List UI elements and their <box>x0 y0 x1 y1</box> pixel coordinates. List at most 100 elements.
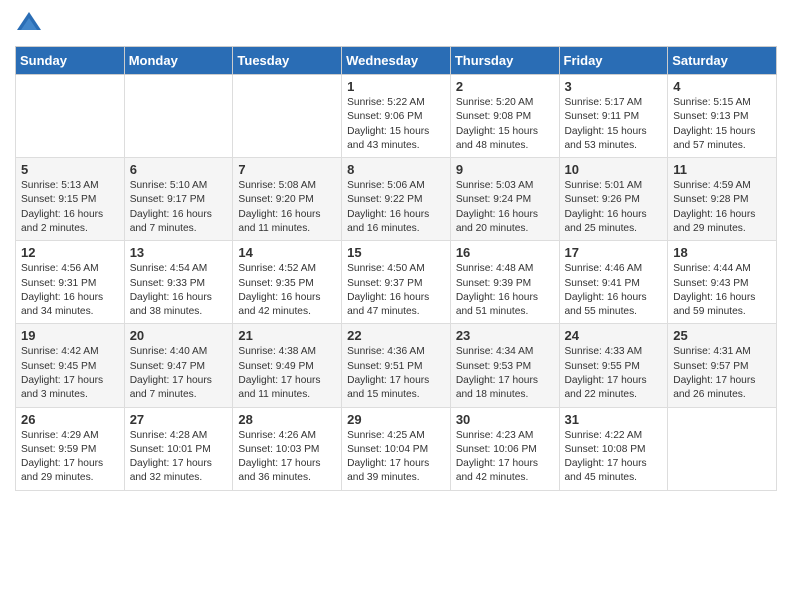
calendar-cell: 7 Sunrise: 5:08 AM Sunset: 9:20 PM Daylig… <box>233 158 342 241</box>
calendar-cell: 2 Sunrise: 5:20 AM Sunset: 9:08 PM Daylig… <box>450 75 559 158</box>
day-info: Sunrise: 5:20 AM Sunset: 9:08 PM Dayligh… <box>456 96 554 153</box>
calendar-week-row: 1 Sunrise: 5:22 AM Sunset: 9:06 PM Daylig… <box>16 75 777 158</box>
calendar-cell: 3 Sunrise: 5:17 AM Sunset: 9:11 PM Daylig… <box>559 75 668 158</box>
calendar: SundayMondayTuesdayWednesdayThursdayFrid… <box>15 46 777 491</box>
calendar-cell: 26 Sunrise: 4:29 AM Sunset: 9:59 PM Dayli… <box>16 407 125 490</box>
day-info: Sunrise: 4:38 AM Sunset: 9:49 PM Dayligh… <box>238 345 336 402</box>
calendar-cell: 24Sunrise: 4:33 AM Sunset: 9:55 PM Dayli… <box>559 324 668 407</box>
calendar-cell: 19Sunrise: 4:42 AM Sunset: 9:45 PM Dayli… <box>16 324 125 407</box>
day-number: 21 <box>238 328 336 343</box>
day-number: 15 <box>347 245 445 260</box>
calendar-cell: 16 Sunrise: 4:48 AM Sunset: 9:39 PM Dayli… <box>450 241 559 324</box>
day-number: 4 <box>673 79 771 94</box>
day-info: Sunrise: 4:22 AM Sunset: 10:08 PM Daylig… <box>565 429 663 486</box>
calendar-header-row: SundayMondayTuesdayWednesdayThursdayFrid… <box>16 47 777 75</box>
day-number: 1 <box>347 79 445 94</box>
calendar-cell: 4Sunrise: 5:15 AM Sunset: 9:13 PM Daylig… <box>668 75 777 158</box>
day-number: 14 <box>238 245 336 260</box>
calendar-cell: 14 Sunrise: 4:52 AM Sunset: 9:35 PM Dayli… <box>233 241 342 324</box>
day-info: Sunrise: 4:28 AM Sunset: 10:01 PM Daylig… <box>130 429 228 486</box>
day-number: 12 <box>21 245 119 260</box>
day-number: 10 <box>565 162 663 177</box>
day-number: 28 <box>238 412 336 427</box>
calendar-cell: 22 Sunrise: 4:36 AM Sunset: 9:51 PM Dayli… <box>342 324 451 407</box>
day-number: 16 <box>456 245 554 260</box>
day-number: 19 <box>21 328 119 343</box>
day-number: 17 <box>565 245 663 260</box>
calendar-week-row: 12 Sunrise: 4:56 AM Sunset: 9:31 PM Dayli… <box>16 241 777 324</box>
day-number: 23 <box>456 328 554 343</box>
logo <box>15 10 46 38</box>
day-info: Sunrise: 4:34 AM Sunset: 9:53 PM Dayligh… <box>456 345 554 402</box>
day-number: 26 <box>21 412 119 427</box>
calendar-cell <box>668 407 777 490</box>
logo-icon <box>15 10 43 38</box>
calendar-cell: 10 Sunrise: 5:01 AM Sunset: 9:26 PM Dayli… <box>559 158 668 241</box>
calendar-cell: 13 Sunrise: 4:54 AM Sunset: 9:33 PM Dayli… <box>124 241 233 324</box>
calendar-cell: 11 Sunrise: 4:59 AM Sunset: 9:28 PM Dayli… <box>668 158 777 241</box>
day-info: Sunrise: 4:46 AM Sunset: 9:41 PM Dayligh… <box>565 262 663 319</box>
day-number: 2 <box>456 79 554 94</box>
calendar-header-sunday: Sunday <box>16 47 125 75</box>
calendar-cell: 29 Sunrise: 4:25 AM Sunset: 10:04 PM Dayl… <box>342 407 451 490</box>
day-info: Sunrise: 4:54 AM Sunset: 9:33 PM Dayligh… <box>130 262 228 319</box>
day-info: Sunrise: 4:48 AM Sunset: 9:39 PM Dayligh… <box>456 262 554 319</box>
day-info: Sunrise: 4:25 AM Sunset: 10:04 PM Daylig… <box>347 429 445 486</box>
header <box>15 10 777 38</box>
calendar-cell: 30Sunrise: 4:23 AM Sunset: 10:06 PM Dayl… <box>450 407 559 490</box>
calendar-cell: 27 Sunrise: 4:28 AM Sunset: 10:01 PM Dayl… <box>124 407 233 490</box>
day-number: 29 <box>347 412 445 427</box>
calendar-cell: 25 Sunrise: 4:31 AM Sunset: 9:57 PM Dayli… <box>668 324 777 407</box>
calendar-cell: 21 Sunrise: 4:38 AM Sunset: 9:49 PM Dayli… <box>233 324 342 407</box>
day-number: 22 <box>347 328 445 343</box>
calendar-cell <box>16 75 125 158</box>
calendar-cell: 23 Sunrise: 4:34 AM Sunset: 9:53 PM Dayli… <box>450 324 559 407</box>
day-info: Sunrise: 5:01 AM Sunset: 9:26 PM Dayligh… <box>565 179 663 236</box>
calendar-header-wednesday: Wednesday <box>342 47 451 75</box>
day-info: Sunrise: 5:03 AM Sunset: 9:24 PM Dayligh… <box>456 179 554 236</box>
day-info: Sunrise: 5:08 AM Sunset: 9:20 PM Dayligh… <box>238 179 336 236</box>
calendar-cell: 5Sunrise: 5:13 AM Sunset: 9:15 PM Daylig… <box>16 158 125 241</box>
calendar-cell: 6Sunrise: 5:10 AM Sunset: 9:17 PM Daylig… <box>124 158 233 241</box>
day-number: 25 <box>673 328 771 343</box>
day-number: 24 <box>565 328 663 343</box>
calendar-cell <box>233 75 342 158</box>
day-number: 8 <box>347 162 445 177</box>
calendar-header-thursday: Thursday <box>450 47 559 75</box>
calendar-cell: 9 Sunrise: 5:03 AM Sunset: 9:24 PM Daylig… <box>450 158 559 241</box>
day-info: Sunrise: 5:22 AM Sunset: 9:06 PM Dayligh… <box>347 96 445 153</box>
day-number: 3 <box>565 79 663 94</box>
day-info: Sunrise: 4:26 AM Sunset: 10:03 PM Daylig… <box>238 429 336 486</box>
day-info: Sunrise: 4:52 AM Sunset: 9:35 PM Dayligh… <box>238 262 336 319</box>
day-number: 5 <box>21 162 119 177</box>
day-info: Sunrise: 4:40 AM Sunset: 9:47 PM Dayligh… <box>130 345 228 402</box>
calendar-cell: 18Sunrise: 4:44 AM Sunset: 9:43 PM Dayli… <box>668 241 777 324</box>
day-info: Sunrise: 4:56 AM Sunset: 9:31 PM Dayligh… <box>21 262 119 319</box>
day-info: Sunrise: 4:50 AM Sunset: 9:37 PM Dayligh… <box>347 262 445 319</box>
day-number: 7 <box>238 162 336 177</box>
day-number: 13 <box>130 245 228 260</box>
calendar-header-saturday: Saturday <box>668 47 777 75</box>
day-info: Sunrise: 4:59 AM Sunset: 9:28 PM Dayligh… <box>673 179 771 236</box>
day-info: Sunrise: 4:31 AM Sunset: 9:57 PM Dayligh… <box>673 345 771 402</box>
calendar-header-monday: Monday <box>124 47 233 75</box>
day-number: 27 <box>130 412 228 427</box>
calendar-cell: 15 Sunrise: 4:50 AM Sunset: 9:37 PM Dayli… <box>342 241 451 324</box>
calendar-cell: 31 Sunrise: 4:22 AM Sunset: 10:08 PM Dayl… <box>559 407 668 490</box>
day-number: 30 <box>456 412 554 427</box>
calendar-week-row: 26 Sunrise: 4:29 AM Sunset: 9:59 PM Dayli… <box>16 407 777 490</box>
day-info: Sunrise: 4:36 AM Sunset: 9:51 PM Dayligh… <box>347 345 445 402</box>
calendar-cell: 17 Sunrise: 4:46 AM Sunset: 9:41 PM Dayli… <box>559 241 668 324</box>
day-info: Sunrise: 5:10 AM Sunset: 9:17 PM Dayligh… <box>130 179 228 236</box>
calendar-week-row: 5Sunrise: 5:13 AM Sunset: 9:15 PM Daylig… <box>16 158 777 241</box>
calendar-cell: 1 Sunrise: 5:22 AM Sunset: 9:06 PM Daylig… <box>342 75 451 158</box>
day-number: 11 <box>673 162 771 177</box>
day-number: 18 <box>673 245 771 260</box>
calendar-cell: 28 Sunrise: 4:26 AM Sunset: 10:03 PM Dayl… <box>233 407 342 490</box>
calendar-header-tuesday: Tuesday <box>233 47 342 75</box>
day-number: 9 <box>456 162 554 177</box>
day-number: 31 <box>565 412 663 427</box>
day-info: Sunrise: 5:17 AM Sunset: 9:11 PM Dayligh… <box>565 96 663 153</box>
day-info: Sunrise: 4:29 AM Sunset: 9:59 PM Dayligh… <box>21 429 119 486</box>
day-number: 20 <box>130 328 228 343</box>
